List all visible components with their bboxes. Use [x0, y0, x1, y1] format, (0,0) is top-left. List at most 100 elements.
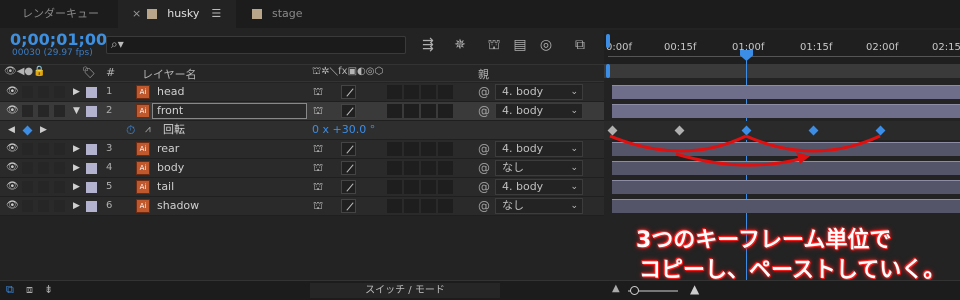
toggle-switches-modes-button[interactable]: スイッチ / モード	[310, 283, 500, 298]
shy-switch-icon[interactable]: ⛫	[313, 83, 323, 101]
pickwhip-icon[interactable]: @	[478, 102, 490, 120]
layer-duration-bar[interactable]	[612, 104, 960, 118]
quality-switch[interactable]	[341, 85, 356, 99]
expand-triangle-icon[interactable]: ▶	[73, 197, 80, 215]
shy-switch-icon[interactable]: ⛫	[313, 178, 323, 196]
layer-name-edit-field[interactable]: front	[152, 103, 307, 119]
visibility-icon[interactable]: 👁	[6, 197, 19, 215]
search-icon: ⌕▾	[111, 37, 124, 51]
layer-row[interactable]: 👁 ▼ 2 Ai front ⛫ @ 4. body ⌄	[0, 102, 604, 121]
property-value[interactable]: 0 x +30.0 °	[312, 121, 375, 139]
zoom-out-icon[interactable]: ▲	[612, 283, 620, 294]
switches-column-icons: ⛫✲⟍fx▣◐◎⬡	[312, 66, 384, 77]
ruler-tick-label: 01:15f	[800, 42, 833, 53]
search-input[interactable]: ⌕▾	[106, 36, 406, 54]
visibility-icon[interactable]: 👁	[6, 140, 19, 158]
collapse-triangle-icon[interactable]: ▼	[73, 102, 80, 120]
layer-name[interactable]: body	[157, 159, 184, 177]
expand-triangle-icon[interactable]: ▶	[73, 83, 80, 101]
parent-dropdown[interactable]: 4. body ⌄	[495, 179, 583, 195]
shy-layers-icon[interactable]: ⛫	[484, 36, 504, 54]
expand-triangle-icon[interactable]: ▶	[73, 178, 80, 196]
stopwatch-icon[interactable]: ⏱	[126, 121, 135, 139]
layer-row[interactable]: 👁 ▶ 3 Ai rear ⛫ @ 4. body ⌄	[0, 140, 604, 159]
ruler-tick-label: 02:00f	[866, 42, 899, 53]
in-out-toggle-icon[interactable]: ⇟	[44, 283, 53, 296]
ruler-tick-label: 02:15	[932, 42, 960, 53]
tab-stage[interactable]: stage	[246, 0, 303, 28]
shy-switch-icon[interactable]: ⛫	[313, 140, 323, 158]
quality-switch[interactable]	[341, 104, 356, 118]
pickwhip-icon[interactable]: @	[478, 197, 490, 215]
property-name: 回転	[163, 123, 185, 136]
visibility-icon[interactable]: 👁	[6, 178, 19, 196]
label-color-swatch[interactable]	[86, 144, 97, 155]
add-keyframe-icon[interactable]	[22, 125, 33, 136]
quality-switch[interactable]	[341, 161, 356, 175]
expand-triangle-icon[interactable]: ▶	[73, 140, 80, 158]
visibility-icon[interactable]: 👁	[6, 102, 19, 120]
layer-row[interactable]: 👁 ▶ 4 Ai body ⛫ @ なし ⌄	[0, 159, 604, 178]
layer-duration-bar[interactable]	[612, 180, 960, 194]
label-color-swatch[interactable]	[86, 201, 97, 212]
shy-switch-icon[interactable]: ⛫	[313, 197, 323, 215]
parent-dropdown[interactable]: 4. body ⌄	[495, 103, 583, 119]
layer-column-header: 👁◀●🔒 🏷 # レイヤー名 ⛫✲⟍fx▣◐◎⬡ 親	[0, 64, 604, 82]
layer-name[interactable]: head	[157, 83, 184, 101]
time-ruler[interactable]: 0:00f 00:15f 01:00f 01:15f 02:00f 02:15	[604, 30, 960, 64]
work-area-start-handle[interactable]	[606, 34, 610, 48]
frame-blending-icon[interactable]: ▤	[510, 36, 530, 54]
quality-switch[interactable]	[341, 199, 356, 213]
menu-icon[interactable]: ☰	[211, 7, 221, 20]
current-time-display[interactable]: 0;00;01;00	[10, 30, 107, 49]
composition-mini-flowchart-icon[interactable]: ⇶	[418, 36, 438, 54]
previous-keyframe-icon[interactable]: ◀	[8, 121, 15, 139]
layer-duration-bar[interactable]	[612, 199, 960, 213]
tab-husky[interactable]: × husky ☰	[118, 0, 236, 28]
label-color-swatch[interactable]	[86, 87, 97, 98]
quality-switch[interactable]	[341, 142, 356, 156]
layer-name[interactable]: shadow	[157, 197, 199, 215]
shy-switch-icon[interactable]: ⛫	[313, 159, 323, 177]
layer-name-column-header[interactable]: レイヤー名	[142, 66, 197, 82]
annotation-arrows	[609, 134, 881, 167]
pickwhip-icon[interactable]: @	[478, 140, 490, 158]
visibility-icon[interactable]: 👁	[6, 159, 19, 177]
expand-triangle-icon[interactable]: ▶	[73, 159, 80, 177]
layer-row[interactable]: 👁 ▶ 5 Ai tail ⛫ @ 4. body ⌄	[0, 178, 604, 197]
zoom-slider-handle[interactable]	[630, 286, 639, 295]
work-area-bar[interactable]	[604, 64, 960, 78]
layer-switches-toggle-icon[interactable]: ⧉	[6, 283, 14, 297]
parent-dropdown[interactable]: 4. body ⌄	[495, 141, 583, 157]
layer-name[interactable]: tail	[157, 178, 174, 196]
quality-switch[interactable]	[341, 180, 356, 194]
parent-dropdown[interactable]: なし ⌄	[495, 198, 583, 214]
parent-dropdown[interactable]: なし ⌄	[495, 160, 583, 176]
zoom-in-icon[interactable]: ▲	[690, 282, 699, 296]
draft-3d-icon[interactable]: ✵	[450, 36, 470, 54]
parent-column-header[interactable]: 親	[478, 66, 489, 82]
layer-row[interactable]: 👁 ▶ 1 Ai head ⛫ @ 4. body ⌄	[0, 83, 604, 102]
tab-render-queue[interactable]: レンダーキュー	[22, 0, 99, 28]
label-color-swatch[interactable]	[86, 182, 97, 193]
pickwhip-icon[interactable]: @	[478, 83, 490, 101]
property-row-rotation[interactable]: ◀ ▶ ⏱ ⩘ 回転 0 x +30.0 °	[0, 121, 604, 140]
label-color-swatch[interactable]	[86, 106, 97, 117]
motion-blur-icon[interactable]: ◎	[536, 36, 556, 54]
pickwhip-icon[interactable]: @	[478, 159, 490, 177]
graph-icon[interactable]: ⩘	[145, 121, 151, 139]
next-keyframe-icon[interactable]: ▶	[40, 121, 47, 139]
annotation-text-line1: 3つのキーフレーム単位で	[636, 228, 892, 253]
label-color-swatch[interactable]	[86, 163, 97, 174]
transfer-controls-toggle-icon[interactable]: ⧈	[26, 283, 33, 297]
graph-editor-icon[interactable]: ⧉	[570, 36, 590, 54]
shy-switch-icon[interactable]: ⛫	[313, 102, 323, 120]
layer-duration-bar[interactable]	[612, 85, 960, 99]
layer-name[interactable]: rear	[157, 140, 179, 158]
visibility-icon[interactable]: 👁	[6, 83, 19, 101]
close-icon[interactable]: ×	[132, 7, 141, 20]
layer-row[interactable]: 👁 ▶ 6 Ai shadow ⛫ @ なし ⌄	[0, 197, 604, 216]
number-column-header: #	[106, 66, 116, 79]
parent-dropdown[interactable]: 4. body ⌄	[495, 84, 583, 100]
pickwhip-icon[interactable]: @	[478, 178, 490, 196]
